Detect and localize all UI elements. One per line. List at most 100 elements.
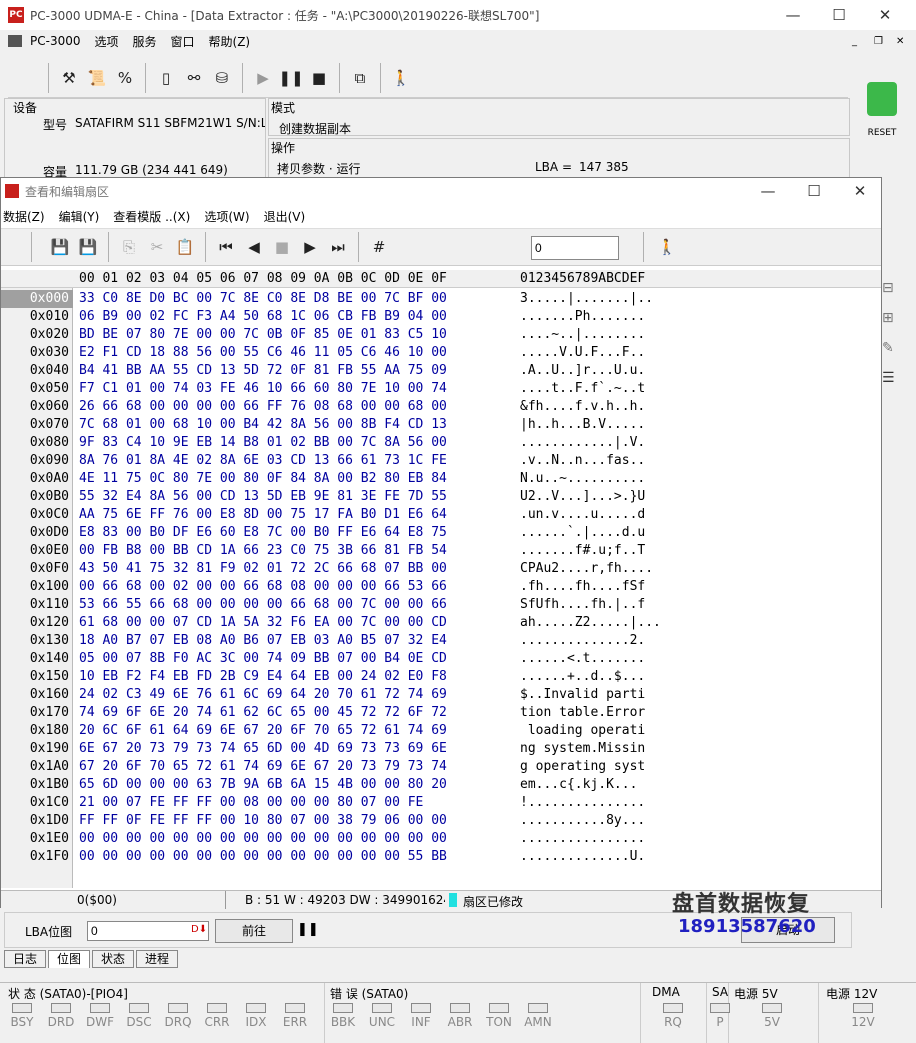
hex-row-ascii[interactable]: CPAu2....r,fh.... (520, 560, 653, 578)
hex-row-bytes[interactable]: FF FF 0F FE FF FF 00 10 80 07 00 38 79 0… (79, 812, 447, 830)
play-icon[interactable]: ▶ (249, 64, 277, 92)
app-menu-icon[interactable] (8, 35, 22, 47)
hex-row-bytes[interactable]: 43 50 41 75 32 81 F9 02 01 72 2C 66 68 0… (79, 560, 447, 578)
first-sector-icon[interactable]: ⏮ (212, 233, 240, 261)
stop-icon[interactable]: ■ (268, 233, 296, 261)
hex-row-ascii[interactable]: ng system.Missin (520, 740, 645, 758)
hex-row-bytes[interactable]: 24 02 C3 49 6E 76 61 6C 69 64 20 70 61 7… (79, 686, 447, 704)
hex-row-bytes[interactable]: F7 C1 01 00 74 03 FE 46 10 66 60 80 7E 1… (79, 380, 447, 398)
hex-row-bytes[interactable]: 4E 11 75 0C 80 7E 00 80 0F 84 8A 00 B2 8… (79, 470, 447, 488)
hex-row-bytes[interactable]: 20 6C 6F 61 64 69 6E 67 20 6F 70 65 72 6… (79, 722, 447, 740)
hex-row-bytes[interactable]: 10 EB F2 F4 EB FD 2B C9 E4 64 EB 00 24 0… (79, 668, 447, 686)
hex-row-bytes[interactable]: E8 83 00 B0 DF E6 60 E8 7C 00 B0 FF E6 6… (79, 524, 447, 542)
tool-icon[interactable]: ⊟ (882, 280, 912, 296)
menu-pc3000[interactable]: PC-3000 (30, 34, 80, 48)
hex-row-ascii[interactable]: g operating syst (520, 758, 645, 776)
hex-row-bytes[interactable]: 61 68 00 00 07 CD 1A 5A 32 F6 EA 00 7C 0… (79, 614, 447, 632)
hex-menu-exit[interactable]: 退出(V) (264, 208, 306, 225)
hex-row-ascii[interactable]: ......`.|....d.u (520, 524, 645, 542)
tab-bitmap[interactable]: 位图 (48, 950, 91, 968)
hex-row-ascii[interactable]: .A..U..]r...U.u. (520, 362, 645, 380)
mdi-restore-icon[interactable]: ❐ (874, 36, 883, 47)
menu-service[interactable]: 服务 (133, 33, 157, 50)
hex-row-bytes[interactable]: 53 66 55 66 68 00 00 00 00 66 68 00 7C 0… (79, 596, 447, 614)
mdi-close-icon[interactable]: ✕ (896, 36, 904, 47)
hex-row-bytes[interactable]: 55 32 E4 8A 56 00 CD 13 5D EB 9E 81 3E F… (79, 488, 447, 506)
hex-row[interactable]: 0x1E0 00 00 00 00 00 00 00 00 00 00 00 00… (1, 830, 881, 848)
hex-row[interactable]: 0x1A0 67 20 6F 70 65 72 61 74 69 6E 67 20… (1, 758, 881, 776)
cut-icon[interactable]: ✂ (143, 233, 171, 261)
hex-row[interactable]: 0x0D0 E8 83 00 B0 DF E6 60 E8 7C 00 B0 FF… (1, 524, 881, 542)
binoculars-icon[interactable]: ⚯ (180, 64, 208, 92)
hex-row-ascii[interactable]: ....~..|........ (520, 326, 645, 344)
hex-row-ascii[interactable]: |h..h...B.V..... (520, 416, 645, 434)
hex-menu-template[interactable]: 查看模版 ..(X) (113, 208, 190, 225)
hex-row[interactable]: 0x0E0 00 FB B8 00 BB CD 1A 66 23 C0 75 3B… (1, 542, 881, 560)
hex-row-ascii[interactable]: ............|.V. (520, 434, 645, 452)
reset-label[interactable]: RESET (862, 128, 902, 138)
hex-row[interactable]: 0x180 20 6C 6F 61 64 69 6E 67 20 6F 70 65… (1, 722, 881, 740)
hex-row-bytes[interactable]: 00 00 00 00 00 00 00 00 00 00 00 00 00 0… (79, 830, 447, 848)
hex-row[interactable]: 0x160 24 02 C3 49 6E 76 61 6C 69 64 20 70… (1, 686, 881, 704)
next-sector-icon[interactable]: ▶ (296, 233, 324, 261)
hex-menu-edit[interactable]: 编辑(Y) (59, 208, 100, 225)
hex-row-ascii[interactable]: ..............U. (520, 848, 645, 866)
hex-row-bytes[interactable]: 05 00 07 8B F0 AC 3C 00 74 09 BB 07 00 B… (79, 650, 447, 668)
save-as-icon[interactable]: 💾 (74, 233, 102, 261)
windows-icon[interactable]: ⧉ (346, 64, 374, 92)
hex-row-ascii[interactable]: loading operati (520, 722, 645, 740)
hex-row[interactable]: 0x1F0 00 00 00 00 00 00 00 00 00 00 00 00… (1, 848, 881, 866)
hex-row[interactable]: 0x030 E2 F1 CD 18 88 56 00 55 C6 46 11 05… (1, 344, 881, 362)
hex-row-ascii[interactable]: .......f#.u;f..T (520, 542, 645, 560)
hex-row-bytes[interactable]: 18 A0 B7 07 EB 08 A0 B6 07 EB 03 A0 B5 0… (79, 632, 447, 650)
hex-row-bytes[interactable]: 06 B9 00 02 FC F3 A4 50 68 1C 06 CB FB B… (79, 308, 447, 326)
hex-row-ascii[interactable]: ................ (520, 830, 645, 848)
hex-row[interactable]: 0x1C0 21 00 07 FE FF FF 00 08 00 00 00 80… (1, 794, 881, 812)
menu-options[interactable]: 选项 (94, 33, 118, 50)
hex-minimize-button[interactable]: — (745, 178, 791, 204)
pause-icon[interactable]: ❚❚ (297, 922, 319, 937)
hex-row-bytes[interactable]: AA 75 6E FF 76 00 E8 8D 00 75 17 FA B0 D… (79, 506, 447, 524)
hex-row-bytes[interactable]: 26 66 68 00 00 00 00 66 FF 76 08 68 00 0… (79, 398, 447, 416)
minimize-button[interactable]: — (770, 0, 816, 30)
hex-row-ascii[interactable]: &fh....f.v.h..h. (520, 398, 645, 416)
tab-log[interactable]: 日志 (4, 950, 47, 968)
hex-data-area[interactable]: 0x000 33 C0 8E D0 BC 00 7C 8E C0 8E D8 BE… (1, 290, 881, 888)
hex-row[interactable]: 0x110 53 66 55 66 68 00 00 00 00 66 68 00… (1, 596, 881, 614)
copy-icon[interactable]: ⎘ (115, 233, 143, 261)
goto-button[interactable]: 前往 (215, 919, 293, 943)
menu-window[interactable]: 窗口 (171, 33, 195, 50)
hex-row[interactable]: 0x0C0 AA 75 6E FF 76 00 E8 8D 00 75 17 FA… (1, 506, 881, 524)
hex-row-ascii[interactable]: .fh....fh....fSf (520, 578, 645, 596)
hex-row-bytes[interactable]: 6E 67 20 73 79 73 74 65 6D 00 4D 69 73 7… (79, 740, 447, 758)
hex-row-bytes[interactable]: 21 00 07 FE FF FF 00 08 00 00 00 80 07 0… (79, 794, 423, 812)
hex-row-bytes[interactable]: 00 66 68 00 02 00 00 66 68 08 00 00 00 6… (79, 578, 447, 596)
save-icon[interactable]: 💾 (46, 233, 74, 261)
hex-row-bytes[interactable]: BD BE 07 80 7E 00 00 7C 0B 0F 85 0E 01 8… (79, 326, 447, 344)
hex-row[interactable]: 0x020 BD BE 07 80 7E 00 00 7C 0B 0F 85 0E… (1, 326, 881, 344)
hex-row[interactable]: 0x080 9F 83 C4 10 9E EB 14 B8 01 02 BB 00… (1, 434, 881, 452)
hex-row[interactable]: 0x040 B4 41 BB AA 55 CD 13 5D 72 0F 81 FB… (1, 362, 881, 380)
tool-icon[interactable]: ⊞ (882, 310, 912, 326)
hex-row[interactable]: 0x140 05 00 07 8B F0 AC 3C 00 74 09 BB 07… (1, 650, 881, 668)
hex-row-bytes[interactable]: 65 6D 00 00 00 63 7B 9A 6B 6A 15 4B 00 0… (79, 776, 447, 794)
wrench-icon[interactable]: ✎ (882, 340, 912, 356)
hex-row[interactable]: 0x0B0 55 32 E4 8A 56 00 CD 13 5D EB 9E 81… (1, 488, 881, 506)
device-icon[interactable]: ▯ (152, 64, 180, 92)
hex-maximize-button[interactable]: ☐ (791, 178, 837, 204)
pause-icon[interactable]: ❚❚ (277, 64, 305, 92)
hex-row-ascii[interactable]: em...c{.kj.K... (520, 776, 637, 794)
hex-row[interactable]: 0x050 F7 C1 01 00 74 03 FE 46 10 66 60 80… (1, 380, 881, 398)
hex-row[interactable]: 0x0F0 43 50 41 75 32 81 F9 02 01 72 2C 66… (1, 560, 881, 578)
tab-status[interactable]: 状态 (92, 950, 135, 968)
hex-row[interactable]: 0x070 7C 68 01 00 68 10 00 B4 42 8A 56 00… (1, 416, 881, 434)
maximize-button[interactable]: ☐ (816, 0, 862, 30)
hex-row-ascii[interactable]: ......+..d..$... (520, 668, 645, 686)
hex-row-ascii[interactable]: ah.....Z2.....|... (520, 614, 661, 632)
hex-row[interactable]: 0x1D0 FF FF 0F FE FF FF 00 10 80 07 00 38… (1, 812, 881, 830)
hex-row-bytes[interactable]: 33 C0 8E D0 BC 00 7C 8E C0 8E D8 BE 00 7… (79, 290, 447, 308)
exit-icon[interactable]: 🚶 (387, 64, 415, 92)
exit-icon[interactable]: 🚶 (653, 233, 681, 261)
hex-menu-options[interactable]: 选项(W) (204, 208, 249, 225)
hex-row[interactable]: 0x120 61 68 00 00 07 CD 1A 5A 32 F6 EA 00… (1, 614, 881, 632)
